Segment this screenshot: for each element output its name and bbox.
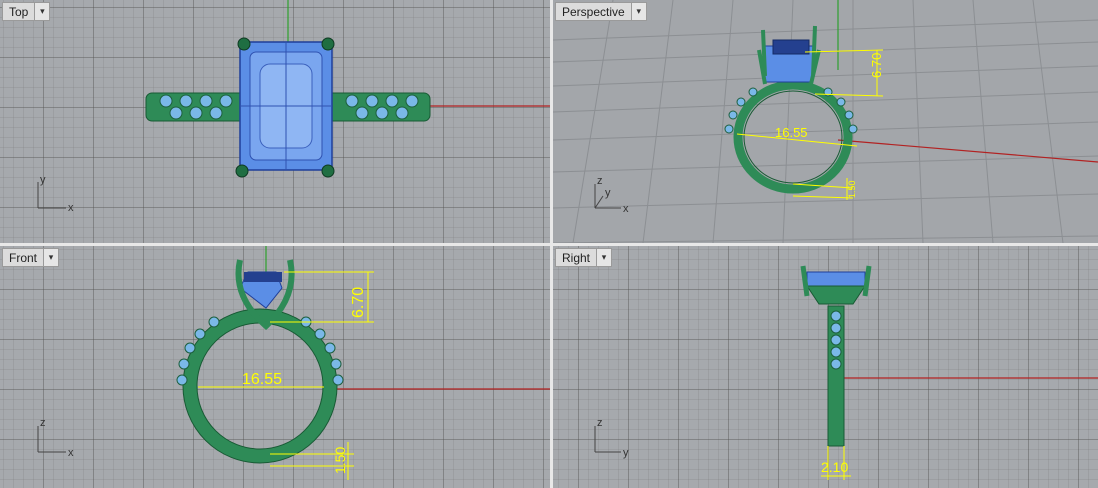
axis-label-x: x: [68, 202, 74, 214]
viewport-tab-top[interactable]: Top ▾: [2, 2, 51, 21]
dimension-setting-height: 6.70: [350, 287, 367, 318]
viewport-right[interactable]: 2.10 z y Right ▾: [553, 246, 1098, 488]
front-view-scene: 16.55 6.70 1.50 z x: [37, 246, 550, 480]
axis-label-y: y: [623, 447, 629, 459]
viewport-tab-right[interactable]: Right ▾: [555, 248, 613, 267]
dimension-band-thickness: 1.50: [847, 180, 857, 198]
viewport-perspective[interactable]: 16.55 6.70 1.50 z y x Perspective ▾: [553, 0, 1098, 243]
viewport-tab-perspective[interactable]: Perspective ▾: [555, 2, 647, 21]
dimension-band-thickness: 1.50: [332, 447, 348, 474]
perspective-view-scene: 16.55 6.70 1.50 z y x: [553, 0, 1098, 243]
viewport-layout: y x Top ▾ 16.55 6.70 1.50 z y x Perspect…: [0, 0, 1098, 488]
dimension-inner-diameter: 16.55: [242, 371, 282, 388]
viewport-title: Front: [9, 250, 38, 265]
side-stones: [830, 310, 842, 370]
chevron-down-icon[interactable]: ▾: [596, 249, 612, 266]
dimension-band-width: 2.10: [821, 459, 848, 475]
axis-label-x: x: [68, 447, 74, 459]
dimension-setting-height: 6.70: [869, 53, 884, 78]
chevron-down-icon[interactable]: ▾: [630, 3, 646, 20]
dimension-inner-diameter: 16.55: [775, 125, 808, 140]
viewport-tab-front[interactable]: Front ▾: [2, 248, 60, 267]
viewport-top[interactable]: y x Top ▾: [0, 0, 550, 243]
right-view-scene: 2.10 z y: [594, 265, 1098, 480]
chevron-down-icon[interactable]: ▾: [34, 3, 50, 20]
viewport-title: Top: [9, 4, 29, 19]
axis-label-z: z: [597, 417, 603, 429]
axis-label-z: z: [40, 417, 46, 429]
axis-label-y: y: [605, 187, 611, 199]
axis-label-x: x: [623, 203, 629, 215]
chevron-down-icon[interactable]: ▾: [43, 249, 59, 266]
perspective-grid: [553, 0, 1098, 243]
axis-label-z: z: [597, 175, 603, 187]
viewport-title: Right: [562, 250, 591, 265]
center-stone: [806, 271, 866, 287]
top-view-scene: y x: [37, 0, 550, 214]
axis-label-y: y: [40, 174, 46, 186]
viewport-title: Perspective: [562, 4, 625, 19]
viewport-front[interactable]: 16.55 6.70 1.50 z x Front ▾: [0, 246, 550, 488]
